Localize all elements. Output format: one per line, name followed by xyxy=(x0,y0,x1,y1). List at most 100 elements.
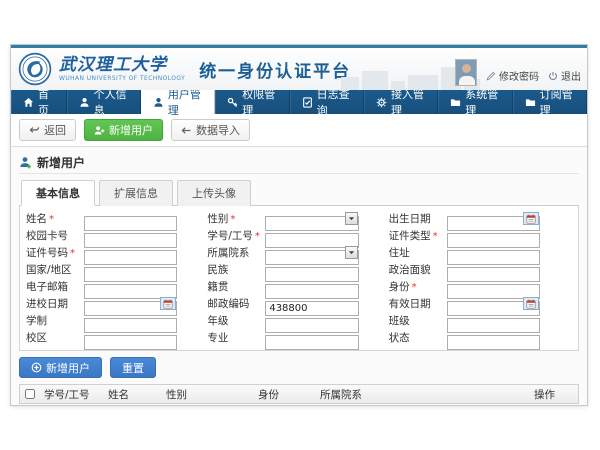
university-name-en: WUHAN UNIVERSITY OF TECHNOLOGY xyxy=(59,76,185,82)
table-header-1: 姓名 xyxy=(104,387,162,402)
subscribe-icon xyxy=(525,97,536,108)
form-field: 学制 xyxy=(26,313,177,328)
result-table-header: 学号/工号姓名性别身份所属院系操作 xyxy=(19,384,579,404)
section-header: 新增用户 xyxy=(19,152,579,174)
table-header-3: 身份 xyxy=(254,387,316,402)
nav-item-3[interactable]: 权限管理 xyxy=(215,90,289,114)
required-asterisk: * xyxy=(49,214,54,225)
select-all-checkbox[interactable] xyxy=(25,389,35,399)
field-input-23[interactable] xyxy=(447,335,540,350)
form-field: 籍贯 xyxy=(207,279,358,294)
nav-item-label: 日志查询 xyxy=(317,86,352,118)
folder-icon xyxy=(450,97,461,108)
form-field: 班级 xyxy=(389,313,540,328)
field-label: 出生日期 xyxy=(389,211,447,226)
field-label: 证件号码* xyxy=(26,245,84,260)
form-field: 校园卡号 xyxy=(26,228,177,243)
data-import-button[interactable]: 数据导入 xyxy=(171,119,250,141)
field-label: 进校日期 xyxy=(26,296,84,311)
calendar-icon[interactable] xyxy=(160,297,176,310)
logout-link[interactable]: 退出 xyxy=(548,68,581,87)
form-field: 电子邮箱 xyxy=(26,279,177,294)
back-label: 返回 xyxy=(44,122,66,138)
tab-1[interactable]: 扩展信息 xyxy=(99,180,173,206)
field-input-22[interactable] xyxy=(265,335,358,350)
nav-item-2[interactable]: 用户管理 xyxy=(141,90,215,114)
form-field: 证件号码* xyxy=(26,245,177,260)
field-label: 班级 xyxy=(389,313,447,328)
nav-item-1[interactable]: 个人信息 xyxy=(67,90,141,114)
nav-item-label: 用户管理 xyxy=(168,86,203,118)
submit-add-user-button[interactable]: 新增用户 xyxy=(19,357,102,378)
nav-item-6[interactable]: 系统管理 xyxy=(438,90,512,114)
field-label: 校区 xyxy=(26,330,84,345)
field-label: 籍贯 xyxy=(207,279,265,294)
tab-0[interactable]: 基本信息 xyxy=(21,180,95,206)
university-logo xyxy=(18,52,52,86)
skyline-decoration xyxy=(391,81,405,90)
home-icon xyxy=(23,97,34,108)
field-label: 所属院系 xyxy=(207,245,265,260)
nav-item-label: 接入管理 xyxy=(391,86,426,118)
profile-icon xyxy=(79,97,90,108)
change-password-label: 修改密码 xyxy=(499,68,539,83)
field-label: 学制 xyxy=(26,313,84,328)
pencil-icon xyxy=(486,71,496,81)
field-label: 性别* xyxy=(207,211,265,226)
back-button[interactable]: 返回 xyxy=(19,119,76,141)
section-user-add-icon xyxy=(19,156,32,169)
change-password-link[interactable]: 修改密码 xyxy=(486,68,539,87)
gear-icon xyxy=(376,97,387,108)
form-field: 住址 xyxy=(389,245,540,260)
nav-item-5[interactable]: 接入管理 xyxy=(364,90,438,114)
form-field: 所属院系 xyxy=(207,245,358,260)
nav-item-label: 系统管理 xyxy=(465,86,500,118)
nav-item-label: 订阅管理 xyxy=(540,86,575,118)
user-avatar xyxy=(455,59,477,86)
form-field: 校区 xyxy=(26,330,177,345)
dropdown-arrow-icon[interactable] xyxy=(345,212,358,225)
table-header-0: 学号/工号 xyxy=(40,387,104,402)
table-header-4: 所属院系 xyxy=(316,387,530,402)
tab-2[interactable]: 上传头像 xyxy=(177,180,251,206)
reset-button[interactable]: 重置 xyxy=(110,357,156,378)
nav-item-label: 权限管理 xyxy=(242,86,277,118)
user-add-icon xyxy=(94,125,105,136)
log-icon xyxy=(302,97,313,108)
form-field: 民族 xyxy=(207,262,358,277)
skyline-decoration xyxy=(341,77,359,90)
form-field: 性别* xyxy=(207,211,358,226)
plus-circle-icon xyxy=(31,362,42,373)
form-field: 年级 xyxy=(207,313,358,328)
form-field: 身份* xyxy=(389,279,540,294)
toolbar: 返回 新增用户 数据导入 xyxy=(11,114,587,147)
nav-item-0[interactable]: 首页 xyxy=(11,90,67,114)
required-asterisk: * xyxy=(433,231,438,242)
data-import-label: 数据导入 xyxy=(196,122,240,138)
nav-item-7[interactable]: 订阅管理 xyxy=(513,90,587,114)
table-header-2: 性别 xyxy=(162,387,254,402)
user-area: 修改密码 退出 xyxy=(455,59,581,87)
nav-item-label: 首页 xyxy=(38,86,55,118)
field-label: 状态 xyxy=(389,330,447,345)
basic-info-form: 姓名* 性别* 出生日期 校园卡号 学号/工号* 证件类型* 证件号码* xyxy=(19,206,579,351)
university-name: 武汉理工大学 xyxy=(59,57,185,74)
import-icon xyxy=(181,125,192,136)
dropdown-arrow-icon[interactable] xyxy=(345,246,358,259)
back-icon xyxy=(29,125,40,136)
required-asterisk: * xyxy=(70,248,75,259)
field-label: 年级 xyxy=(207,313,265,328)
field-label: 身份* xyxy=(389,279,447,294)
calendar-icon[interactable] xyxy=(523,212,539,225)
add-user-toolbar-button[interactable]: 新增用户 xyxy=(84,119,163,141)
form-field: 出生日期 xyxy=(389,211,540,226)
field-input-21[interactable] xyxy=(84,335,177,350)
power-icon xyxy=(548,71,558,81)
nav-item-4[interactable]: 日志查询 xyxy=(290,90,364,114)
field-label: 国家/地区 xyxy=(26,262,84,277)
skyline-decoration xyxy=(408,75,438,90)
field-label: 电子邮箱 xyxy=(26,279,84,294)
submit-add-user-label: 新增用户 xyxy=(46,360,90,376)
form-field: 状态 xyxy=(389,330,540,345)
calendar-icon[interactable] xyxy=(523,297,539,310)
